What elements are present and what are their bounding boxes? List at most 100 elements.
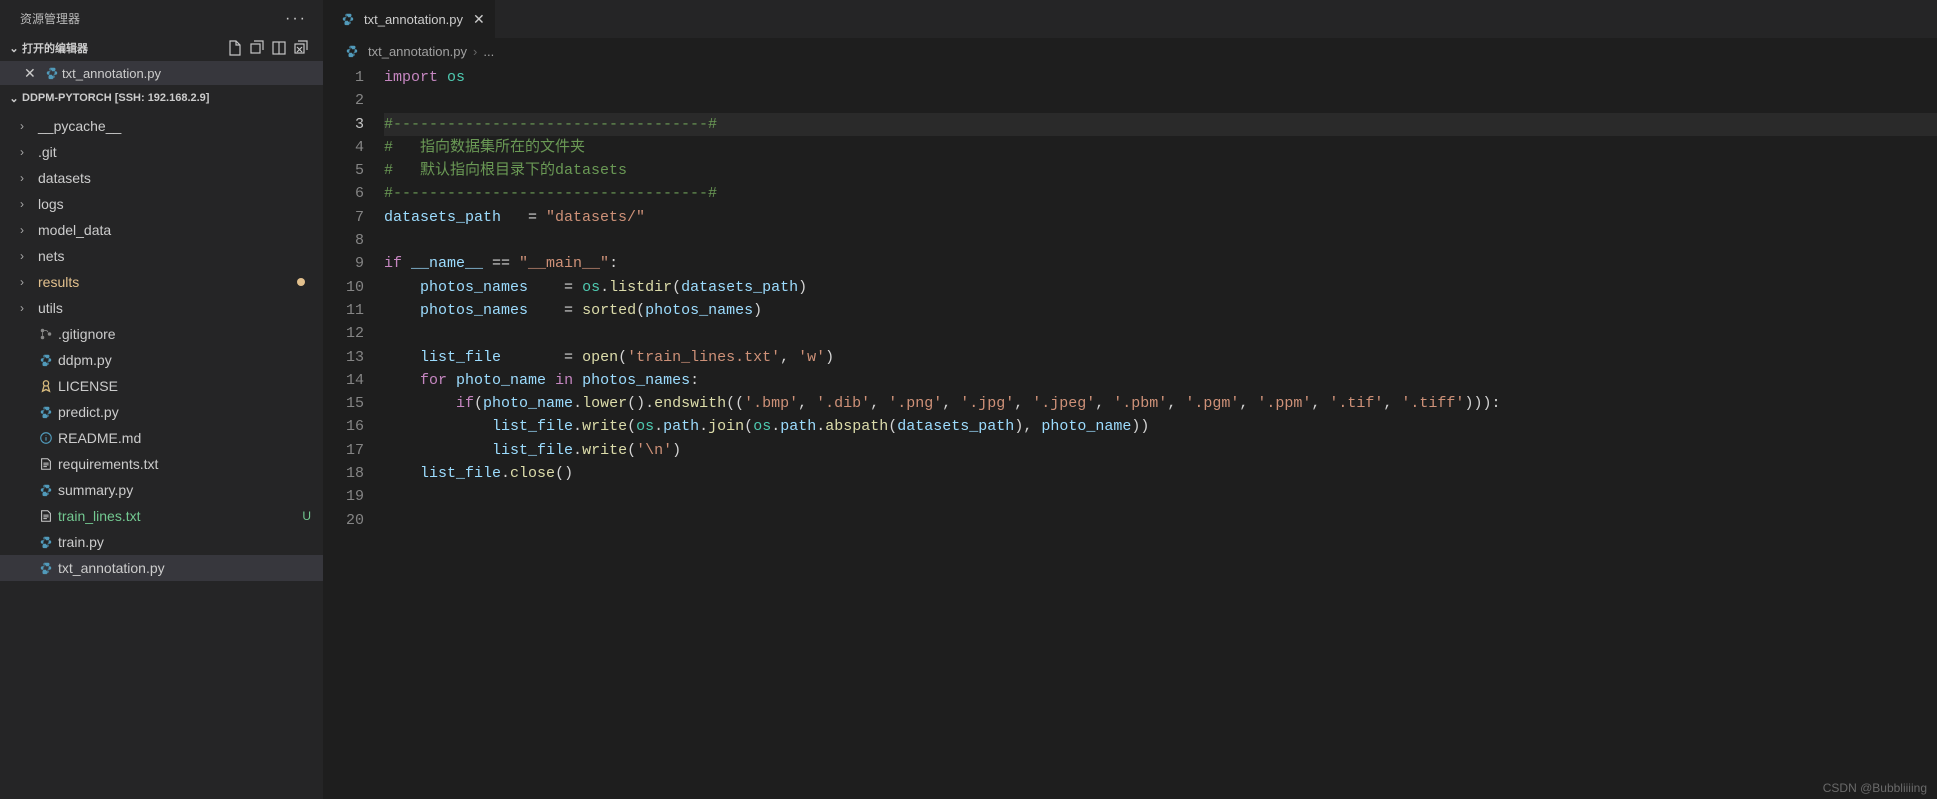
code-line[interactable]: datasets_path = "datasets/" (384, 206, 1937, 229)
py-icon (36, 561, 56, 575)
sidebar: 资源管理器 ··· ⌄ 打开的编辑器 ✕ txt_annotation.py ⌄… (0, 0, 324, 799)
folder-name: model_data (38, 222, 111, 238)
file-name: README.md (58, 430, 141, 446)
file-item[interactable]: requirements.txt (0, 451, 323, 477)
file-item[interactable]: ddpm.py (0, 347, 323, 373)
folder-item[interactable]: ›logs (0, 191, 323, 217)
new-file-icon[interactable] (227, 40, 243, 56)
code-content[interactable]: import os #------------------------------… (384, 66, 1937, 799)
folder-name: datasets (38, 170, 91, 186)
file-name: ddpm.py (58, 352, 112, 368)
open-editor-filename: txt_annotation.py (62, 66, 161, 81)
code-line[interactable]: list_file.write('\n') (384, 439, 1937, 462)
breadcrumb-separator: › (473, 44, 477, 59)
code-line[interactable] (384, 485, 1937, 508)
file-name: predict.py (58, 404, 119, 420)
chevron-right-icon: › (20, 145, 36, 159)
folder-item[interactable]: ›model_data (0, 217, 323, 243)
file-item[interactable]: LICENSE (0, 373, 323, 399)
close-all-icon[interactable] (293, 40, 309, 56)
code-line[interactable]: list_file.close() (384, 462, 1937, 485)
sidebar-header: 资源管理器 ··· (0, 0, 323, 35)
code-line[interactable] (384, 322, 1937, 345)
tab-filename: txt_annotation.py (364, 12, 463, 27)
open-editors-header[interactable]: ⌄ 打开的编辑器 (0, 35, 323, 61)
chevron-right-icon: › (20, 275, 36, 289)
file-name: train.py (58, 534, 104, 550)
py-icon (36, 535, 56, 549)
txt-icon (36, 509, 56, 523)
code-line[interactable]: # 默认指向根目录下的datasets (384, 159, 1937, 182)
folder-name: __pycache__ (38, 118, 121, 134)
file-name: LICENSE (58, 378, 118, 394)
py-icon (36, 483, 56, 497)
folder-name: .git (38, 144, 57, 160)
folder-name: nets (38, 248, 64, 264)
code-line[interactable]: #-----------------------------------# (384, 113, 1937, 136)
editor-tab[interactable]: txt_annotation.py ✕ (324, 0, 496, 38)
breadcrumb-filename: txt_annotation.py (368, 44, 467, 59)
python-icon (342, 44, 362, 58)
close-icon[interactable]: ✕ (473, 11, 485, 28)
editor-area: txt_annotation.py ✕ txt_annotation.py › … (324, 0, 1937, 799)
code-line[interactable]: list_file = open('train_lines.txt', 'w') (384, 346, 1937, 369)
file-name: summary.py (58, 482, 133, 498)
code-editor[interactable]: 1234567891011121314151617181920 import o… (324, 64, 1937, 799)
file-item[interactable]: predict.py (0, 399, 323, 425)
code-line[interactable]: photos_names = os.listdir(datasets_path) (384, 276, 1937, 299)
code-line[interactable]: if __name__ == "__main__": (384, 252, 1937, 275)
code-line[interactable] (384, 89, 1937, 112)
python-icon (42, 66, 62, 80)
line-gutter: 1234567891011121314151617181920 (324, 66, 384, 799)
code-line[interactable]: list_file.write(os.path.join(os.path.abs… (384, 415, 1937, 438)
open-editors-label: 打开的编辑器 (22, 40, 88, 56)
chevron-right-icon: › (20, 171, 36, 185)
close-icon[interactable]: ✕ (24, 65, 42, 82)
folder-item[interactable]: ›utils (0, 295, 323, 321)
code-line[interactable]: #-----------------------------------# (384, 182, 1937, 205)
more-icon[interactable]: ··· (285, 10, 307, 28)
folder-item[interactable]: ›__pycache__ (0, 113, 323, 139)
info-icon (36, 431, 56, 445)
folder-item[interactable]: ›.git (0, 139, 323, 165)
file-item[interactable]: .gitignore (0, 321, 323, 347)
file-name: requirements.txt (58, 456, 158, 472)
layout-icon[interactable] (271, 40, 287, 56)
breadcrumbs[interactable]: txt_annotation.py › ... (324, 38, 1937, 64)
chevron-right-icon: › (20, 249, 36, 263)
sidebar-title: 资源管理器 (20, 10, 80, 27)
file-item[interactable]: train_lines.txt U (0, 503, 323, 529)
folder-name: results (38, 274, 79, 290)
py-icon (36, 353, 56, 367)
save-all-icon[interactable] (249, 40, 265, 56)
code-line[interactable] (384, 509, 1937, 532)
workspace-header[interactable]: ⌄ DDPM-PYTORCH [SSH: 192.168.2.9] (0, 85, 323, 111)
open-editor-item[interactable]: ✕ txt_annotation.py (0, 61, 323, 85)
file-name: train_lines.txt (58, 508, 140, 524)
git-status-badge: U (302, 509, 311, 523)
file-item[interactable]: summary.py (0, 477, 323, 503)
tab-bar: txt_annotation.py ✕ (324, 0, 1937, 38)
folder-name: logs (38, 196, 64, 212)
code-line[interactable]: photos_names = sorted(photos_names) (384, 299, 1937, 322)
workspace-label: DDPM-PYTORCH [SSH: 192.168.2.9] (22, 92, 209, 104)
code-line[interactable]: import os (384, 66, 1937, 89)
folder-item[interactable]: ›results (0, 269, 323, 295)
code-line[interactable]: # 指向数据集所在的文件夹 (384, 136, 1937, 159)
code-line[interactable]: if(photo_name.lower().endswith(('.bmp', … (384, 392, 1937, 415)
chevron-down-icon: ⌄ (6, 42, 22, 55)
chevron-right-icon: › (20, 223, 36, 237)
folder-item[interactable]: ›datasets (0, 165, 323, 191)
chevron-right-icon: › (20, 119, 36, 133)
watermark: CSDN @Bubbliiiing (1823, 781, 1927, 795)
file-item[interactable]: train.py (0, 529, 323, 555)
code-line[interactable]: for photo_name in photos_names: (384, 369, 1937, 392)
folder-item[interactable]: ›nets (0, 243, 323, 269)
file-name: .gitignore (58, 326, 116, 342)
folder-name: utils (38, 300, 63, 316)
file-item[interactable]: txt_annotation.py (0, 555, 323, 581)
license-icon (36, 379, 56, 393)
modified-indicator (297, 278, 305, 286)
code-line[interactable] (384, 229, 1937, 252)
file-item[interactable]: README.md (0, 425, 323, 451)
